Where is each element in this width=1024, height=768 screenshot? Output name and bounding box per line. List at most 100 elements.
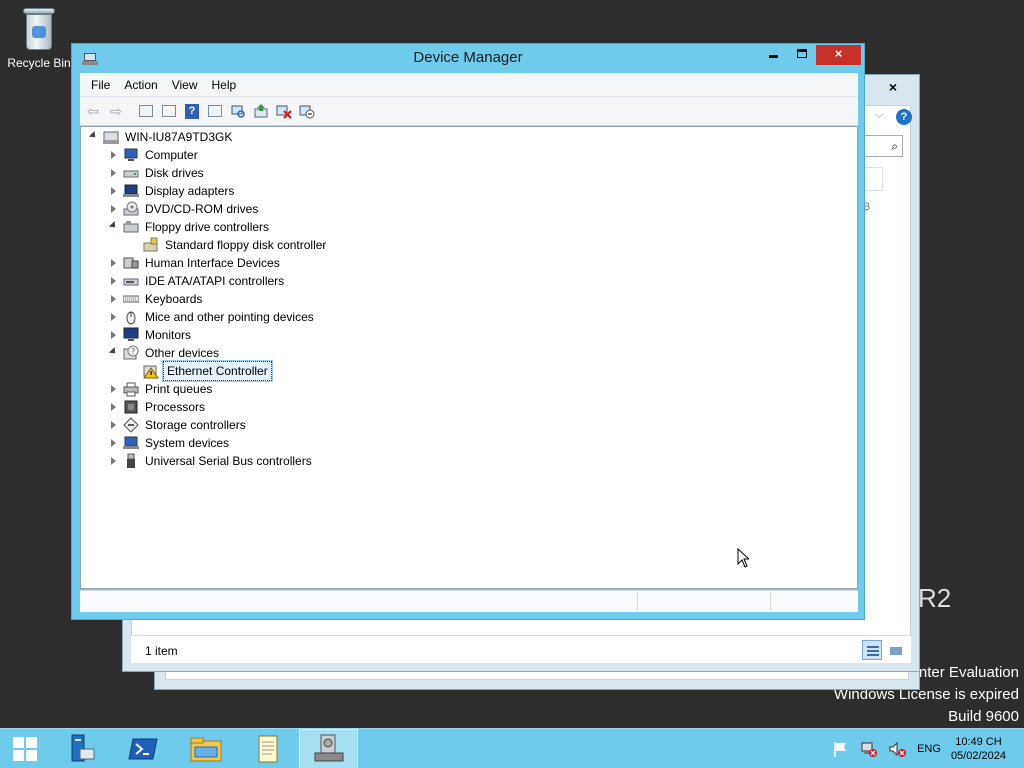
tree-node-disk-drives[interactable]: Disk drives — [107, 164, 206, 182]
input-language-indicator[interactable]: ENG — [917, 743, 941, 755]
tree-node-system-devices[interactable]: System devices — [107, 434, 231, 452]
menu-view[interactable]: View — [165, 73, 205, 97]
server-manager-button[interactable] — [56, 729, 106, 768]
search-icon[interactable]: ⌕ — [863, 135, 903, 157]
background-close-button[interactable]: × — [871, 77, 915, 97]
display-adapter-icon — [123, 183, 139, 199]
tree-node-computer[interactable]: Computer — [107, 146, 200, 164]
expand-arrow-icon[interactable] — [107, 254, 119, 272]
edition-watermark-fragment: R2 — [918, 583, 952, 613]
expand-arrow-icon[interactable] — [107, 272, 119, 290]
uninstall-device-button[interactable] — [273, 100, 295, 122]
floppy-controller-icon — [143, 237, 159, 253]
collapse-arrow-icon[interactable] — [87, 128, 99, 146]
system-devices-icon — [123, 435, 139, 451]
menu-action[interactable]: Action — [117, 73, 164, 97]
tree-root[interactable]: WIN-IU87A9TD3GK — [87, 128, 234, 146]
expand-arrow-icon[interactable] — [107, 290, 119, 308]
tree-leaf-standard-floppy[interactable]: Standard floppy disk controller — [139, 236, 328, 254]
powershell-icon — [128, 738, 158, 760]
svg-text:?: ? — [131, 347, 135, 356]
tree-node-floppy-controllers[interactable]: Floppy drive controllers — [107, 218, 271, 236]
expand-arrow-icon[interactable] — [107, 200, 119, 218]
maximize-button[interactable] — [788, 45, 815, 65]
scan-hardware-button[interactable] — [227, 100, 249, 122]
expand-arrow-icon[interactable] — [107, 182, 119, 200]
collapse-arrow-icon[interactable] — [107, 344, 119, 362]
update-driver-button[interactable] — [250, 100, 272, 122]
device-tree[interactable]: WIN-IU87A9TD3GK Computer Disk drives Dis… — [80, 126, 858, 589]
tree-node-label: Print queues — [145, 382, 213, 396]
clock[interactable]: 10:49 CH 05/02/2024 — [951, 735, 1006, 763]
tree-node-label: Computer — [145, 148, 198, 162]
menu-help[interactable]: Help — [205, 73, 244, 97]
help-button[interactable]: ? — [181, 100, 203, 122]
tree-node-label: Processors — [145, 400, 206, 414]
console-tree-icon — [139, 105, 153, 117]
tree-leaf-ethernet-controller[interactable]: Ethernet Controller — [139, 360, 273, 382]
tree-node-keyboards[interactable]: Keyboards — [107, 290, 204, 308]
tree-node-label: Human Interface Devices — [145, 256, 280, 270]
properties-button[interactable] — [158, 100, 180, 122]
tree-leaf-label-selected: Ethernet Controller — [162, 360, 273, 382]
tree-node-label: DVD/CD-ROM drives — [145, 202, 259, 216]
expand-arrow-icon[interactable] — [107, 326, 119, 344]
tree-node-dvd-drives[interactable]: DVD/CD-ROM drives — [107, 200, 260, 218]
tree-node-storage-controllers[interactable]: Storage controllers — [107, 416, 248, 434]
expand-arrow-icon[interactable] — [107, 416, 119, 434]
status-divider — [770, 593, 771, 610]
forward-button[interactable]: ⇨ — [105, 100, 127, 122]
background-status-bar: 1 item — [131, 635, 911, 663]
expand-arrow-icon[interactable] — [107, 398, 119, 416]
recycle-bin-icon — [21, 6, 57, 52]
chevron-down-icon[interactable]: ⌵ — [875, 109, 883, 122]
close-button[interactable]: × — [816, 45, 861, 65]
tree-node-label: Universal Serial Bus controllers — [145, 454, 312, 468]
minimize-button[interactable] — [760, 45, 787, 65]
details-view-icon[interactable] — [862, 640, 882, 660]
speaker-muted-icon[interactable] — [888, 740, 907, 758]
computer-icon — [123, 147, 139, 163]
expand-arrow-icon[interactable] — [107, 146, 119, 164]
title-bar[interactable]: Device Manager × — [72, 44, 864, 73]
tree-node-label: Floppy drive controllers — [145, 220, 270, 234]
tree-node-label: System devices — [145, 436, 230, 450]
expand-arrow-icon[interactable] — [107, 308, 119, 326]
action-pane-button[interactable] — [204, 100, 226, 122]
expand-arrow-icon[interactable] — [107, 452, 119, 470]
tree-node-monitors[interactable]: Monitors — [107, 326, 193, 344]
status-bar — [80, 590, 858, 612]
tree-node-mice[interactable]: Mice and other pointing devices — [107, 308, 316, 326]
network-disconnected-icon[interactable] — [860, 740, 878, 758]
help-icon[interactable]: ? — [896, 109, 912, 125]
notepad-button[interactable] — [240, 729, 296, 768]
show-hide-console-tree-button[interactable] — [135, 100, 157, 122]
action-pane-icon — [208, 105, 222, 117]
file-explorer-button[interactable] — [178, 729, 234, 768]
tree-node-hid[interactable]: Human Interface Devices — [107, 254, 282, 272]
device-manager-taskbar-button[interactable] — [299, 729, 358, 768]
device-manager-window: Device Manager × File Action View Help ⇦… — [71, 43, 865, 620]
back-button[interactable]: ⇦ — [82, 100, 104, 122]
tree-node-label: Disk drives — [145, 166, 204, 180]
unknown-device-warning-icon — [143, 363, 159, 379]
tree-node-display-adapters[interactable]: Display adapters — [107, 182, 236, 200]
recycle-bin-shortcut[interactable]: Recycle Bin — [4, 6, 74, 70]
tree-node-label: IDE ATA/ATAPI controllers — [145, 274, 285, 288]
notepad-icon — [258, 735, 278, 763]
collapse-arrow-icon[interactable] — [107, 218, 119, 236]
start-button[interactable] — [0, 729, 50, 768]
expand-arrow-icon[interactable] — [107, 380, 119, 398]
disable-device-button[interactable] — [296, 100, 318, 122]
tree-node-print-queues[interactable]: Print queues — [107, 380, 214, 398]
tree-node-ide[interactable]: IDE ATA/ATAPI controllers — [107, 272, 286, 290]
expand-arrow-icon[interactable] — [107, 164, 119, 182]
powershell-button[interactable] — [118, 729, 168, 768]
expand-arrow-icon[interactable] — [107, 434, 119, 452]
tree-node-usb-controllers[interactable]: Universal Serial Bus controllers — [107, 452, 314, 470]
large-icons-view-icon[interactable] — [885, 640, 905, 660]
menu-file[interactable]: File — [84, 73, 117, 97]
action-center-flag-icon[interactable] — [832, 740, 850, 758]
tree-node-processors[interactable]: Processors — [107, 398, 207, 416]
tree-node-other-devices[interactable]: ? Other devices — [107, 344, 221, 362]
